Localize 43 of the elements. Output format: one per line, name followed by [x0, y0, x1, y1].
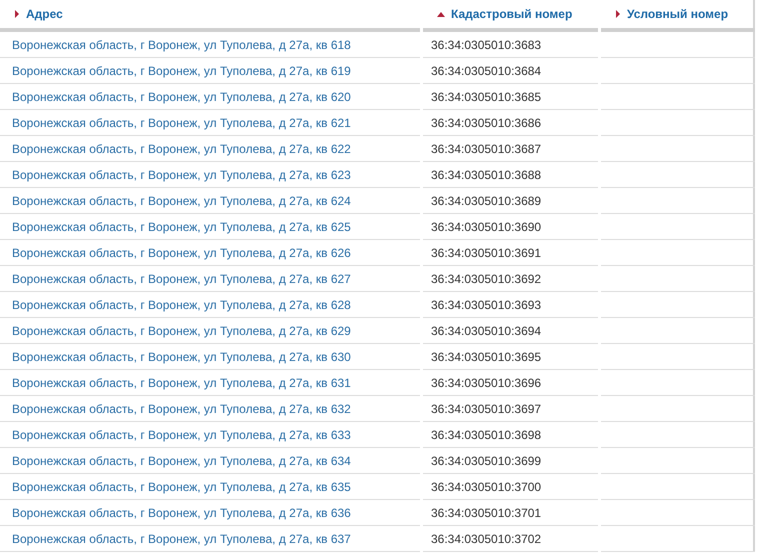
- address-link[interactable]: Воронежская область, г Воронеж, ул Туполева, д 27а, кв 619: [12, 62, 351, 80]
- table-cell-text: 36:34:0305010:3693: [431, 296, 542, 314]
- address-link[interactable]: Воронежская область, г Воронеж, ул Туполева, д 27а, кв 629: [12, 322, 351, 340]
- table-cell-text: 36:34:0305010:3701: [431, 504, 542, 522]
- address-link[interactable]: Воронежская область, г Воронеж, ул Туполева, д 27а, кв 631: [12, 374, 351, 392]
- address-link[interactable]: Воронежская область, г Воронеж, ул Туполева, д 27а, кв 635: [12, 478, 351, 496]
- address-link[interactable]: Воронежская область, г Воронеж, ул Туполева, д 27а, кв 624: [12, 192, 351, 210]
- table-cell-text: 36:34:0305010:3698: [431, 426, 542, 444]
- address-link[interactable]: Воронежская область, г Воронеж, ул Туполева, д 27а, кв 625: [12, 218, 351, 236]
- table-cell-text: 36:34:0305010:3696: [431, 374, 542, 392]
- address-link[interactable]: Воронежская область, г Воронеж, ул Туполева, д 27а, кв 628: [12, 296, 351, 314]
- table-cell-text: 36:34:0305010:3689: [431, 192, 542, 210]
- table-cell-text: 36:34:0305010:3685: [431, 88, 542, 106]
- table-cell-text: 36:34:0305010:3697: [431, 400, 542, 418]
- column-header[interactable]: Условный номер: [601, 0, 755, 32]
- table-cell-text: 36:34:0305010:3695: [431, 348, 542, 366]
- address-link[interactable]: Воронежская область, г Воронеж, ул Туполева, д 27а, кв 636: [12, 504, 351, 522]
- table-cell-text: 36:34:0305010:3683: [431, 36, 542, 54]
- column-header[interactable]: Кадастровый номер: [423, 0, 598, 32]
- table-cell-text: 36:34:0305010:3699: [431, 452, 542, 470]
- address-link[interactable]: Воронежская область, г Воронеж, ул Туполева, д 27а, кв 634: [12, 452, 351, 470]
- table-cell-text: 36:34:0305010:3691: [431, 244, 542, 262]
- address-link[interactable]: Воронежская область, г Воронеж, ул Туполева, д 27а, кв 620: [12, 88, 351, 106]
- table-cell-text: 36:34:0305010:3692: [431, 270, 542, 288]
- address-link[interactable]: Воронежская область, г Воронеж, ул Туполева, д 27а, кв 630: [12, 348, 351, 366]
- table-cell-text: 36:34:0305010:3700: [431, 478, 542, 496]
- address-link[interactable]: Воронежская область, г Воронеж, ул Туполева, д 27а, кв 637: [12, 530, 351, 548]
- address-link[interactable]: Воронежская область, г Воронеж, ул Туполева, д 27а, кв 621: [12, 114, 351, 132]
- table-cell-text: 36:34:0305010:3702: [431, 530, 542, 548]
- address-link[interactable]: Воронежская область, г Воронеж, ул Туполева, д 27а, кв 632: [12, 400, 351, 418]
- table-cell-text: 36:34:0305010:3694: [431, 322, 542, 340]
- address-link[interactable]: Воронежская область, г Воронеж, ул Туполева, д 27а, кв 627: [12, 270, 351, 288]
- table-cell-text: 36:34:0305010:3686: [431, 114, 542, 132]
- column-header[interactable]: Адрес: [0, 0, 420, 32]
- table-cell-text: 36:34:0305010:3690: [431, 218, 542, 236]
- address-link[interactable]: Воронежская область, г Воронеж, ул Туполева, д 27а, кв 633: [12, 426, 351, 444]
- table-cell-text: 36:34:0305010:3688: [431, 166, 542, 184]
- table-cell-text: 36:34:0305010:3687: [431, 140, 542, 158]
- address-link[interactable]: Воронежская область, г Воронеж, ул Туполева, д 27а, кв 618: [12, 36, 351, 54]
- address-link[interactable]: Воронежская область, г Воронеж, ул Туполева, д 27а, кв 626: [12, 244, 351, 262]
- address-link[interactable]: Воронежская область, г Воронеж, ул Туполева, д 27а, кв 622: [12, 140, 351, 158]
- address-link[interactable]: Воронежская область, г Воронеж, ул Туполева, д 27а, кв 623: [12, 166, 351, 184]
- table-cell-text: 36:34:0305010:3684: [431, 62, 542, 80]
